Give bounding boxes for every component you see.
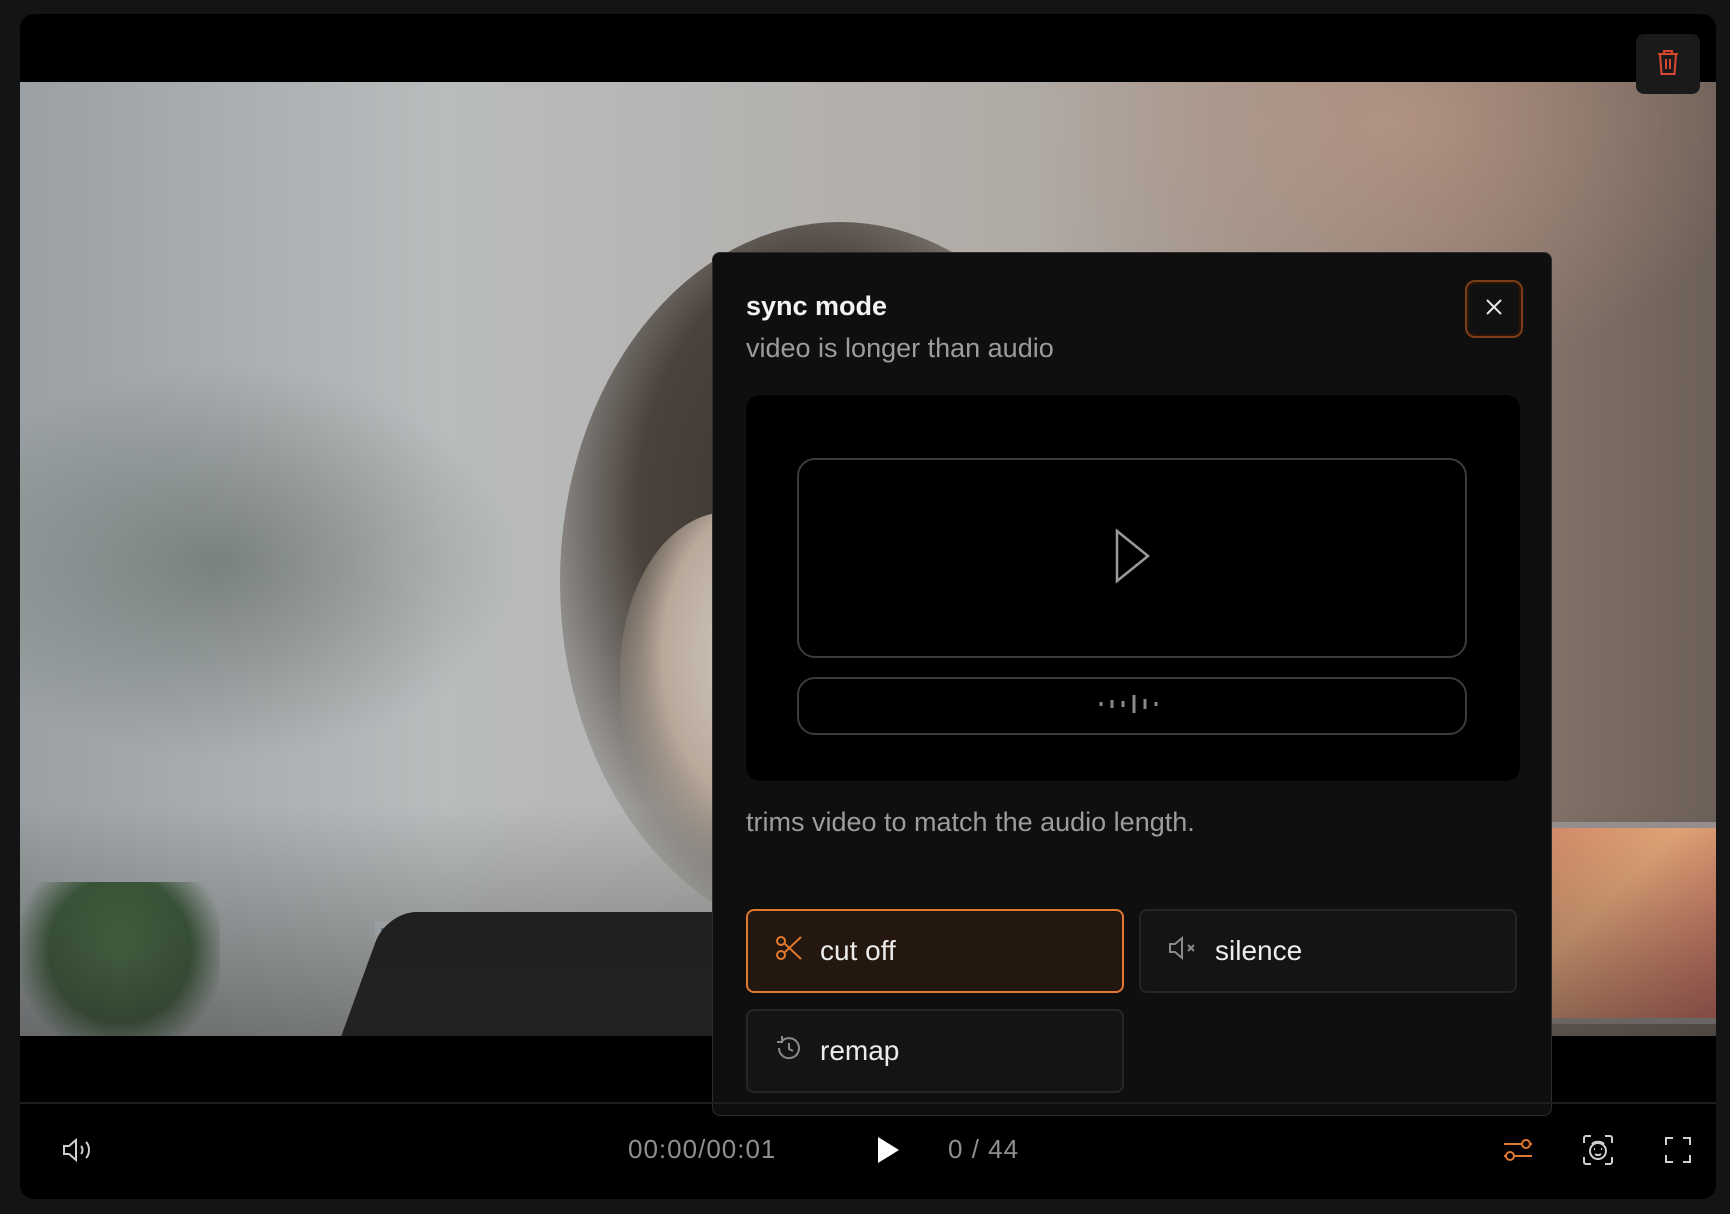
play-outline-icon (1112, 527, 1152, 589)
silence-option[interactable]: silence (1139, 909, 1517, 993)
time-current: 00:00 (628, 1134, 699, 1164)
cut-off-option[interactable]: cut off (746, 909, 1124, 993)
sync-mode-dialog: sync mode video is longer than audio tri… (712, 252, 1552, 1116)
sync-preview (746, 395, 1520, 781)
option-label: silence (1215, 935, 1303, 966)
preview-video-track (797, 458, 1467, 658)
face-scan-icon (1582, 1134, 1614, 1170)
fullscreen-button[interactable] (1656, 1130, 1700, 1174)
scissors-icon (774, 933, 804, 970)
mode-description: trims video to match the audio length. (746, 807, 1195, 837)
waveform-icon (1098, 693, 1166, 719)
time-display: 00:00/00:01 (628, 1134, 776, 1165)
volume-icon (61, 1136, 95, 1168)
delete-button[interactable] (1636, 34, 1700, 94)
frame-total: 44 (988, 1134, 1020, 1164)
video-player: sync mode video is longer than audio tri… (20, 14, 1716, 1199)
remap-option[interactable]: remap (746, 1009, 1124, 1093)
frame-current: 0 (948, 1134, 964, 1164)
trash-icon (1654, 47, 1682, 81)
frame-counter: 0 / 44 (948, 1134, 1019, 1165)
dialog-title: sync mode (746, 291, 888, 321)
option-label: cut off (820, 935, 896, 966)
play-button[interactable] (866, 1130, 910, 1174)
fullscreen-icon (1664, 1136, 1692, 1168)
play-icon (875, 1135, 901, 1169)
volume-button[interactable] (56, 1130, 100, 1174)
preview-audio-track (797, 677, 1467, 735)
option-label: remap (820, 1035, 900, 1066)
close-button[interactable] (1465, 280, 1523, 338)
dialog-subtitle: video is longer than audio (746, 333, 1054, 363)
history-icon (774, 1033, 804, 1070)
face-scan-button[interactable] (1576, 1130, 1620, 1174)
time-total: 00:01 (706, 1134, 777, 1164)
settings-button[interactable] (1496, 1130, 1540, 1174)
volume-mute-icon (1167, 934, 1199, 969)
close-icon (1485, 298, 1503, 320)
control-bar: 00:00/00:01 0 / 44 (20, 1102, 1716, 1199)
frame-separator: / (963, 1134, 989, 1164)
sliders-icon (1502, 1135, 1534, 1169)
